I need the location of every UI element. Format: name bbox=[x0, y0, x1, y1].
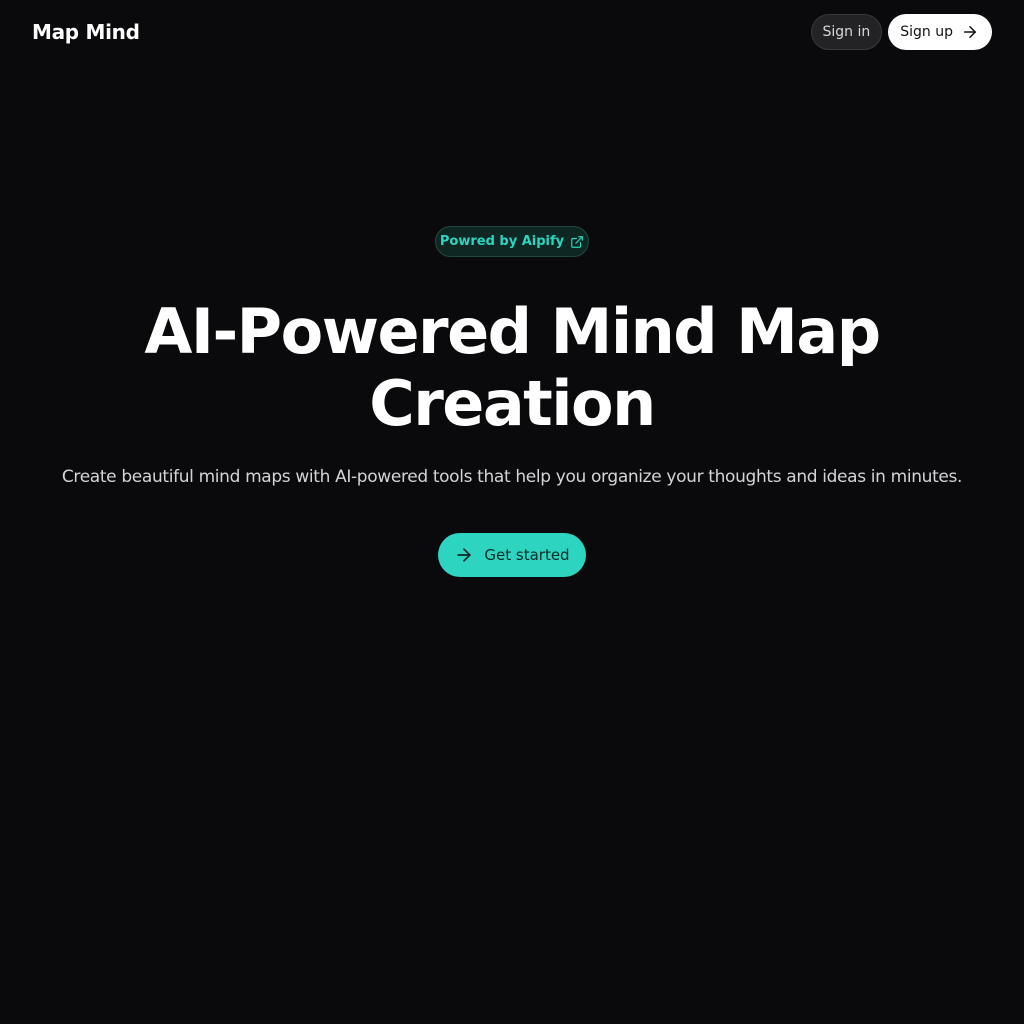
get-started-button[interactable]: Get started bbox=[438, 533, 586, 577]
logo[interactable]: Map Mind bbox=[32, 20, 140, 44]
auth-buttons: Sign in Sign up bbox=[810, 14, 992, 50]
external-link-icon bbox=[571, 235, 583, 248]
page-title: AI-Powered Mind Map Creation bbox=[0, 296, 1024, 440]
hero-subtitle: Create beautiful mind maps with AI-power… bbox=[61, 467, 963, 487]
arrow-right-icon bbox=[964, 26, 976, 38]
landing-page: Map Mind Sign in Sign up Powred by Aipif… bbox=[0, 0, 1024, 1024]
badge-label: Powred by Aipify bbox=[439, 234, 565, 249]
title-line-1: AI-Powered Mind Map bbox=[144, 295, 881, 368]
sign-in-label: Sign in bbox=[822, 24, 871, 40]
sign-up-label: Sign up bbox=[900, 24, 953, 40]
get-started-label: Get started bbox=[484, 546, 570, 564]
powered-by-badge[interactable]: Powred by Aipify bbox=[435, 226, 589, 257]
top-header: Map Mind Sign in Sign up bbox=[0, 0, 1024, 64]
title-line-2: Creation bbox=[369, 367, 656, 440]
arrow-right-icon bbox=[457, 548, 472, 562]
sign-in-button[interactable]: Sign in bbox=[810, 14, 883, 50]
sign-up-button[interactable]: Sign up bbox=[888, 14, 992, 50]
